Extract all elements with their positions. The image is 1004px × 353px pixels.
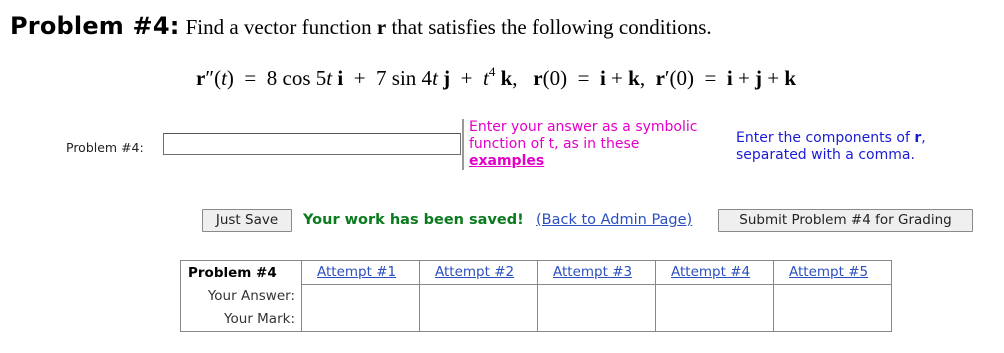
answer-cell [301, 284, 420, 308]
mark-cell [537, 307, 656, 332]
attempts-corner: Problem #4 [180, 260, 302, 284]
answer-label: Problem #4: [66, 140, 144, 155]
vector-r-symbol: r [376, 15, 387, 39]
problem-description: Find a vector function r that satisfies … [185, 15, 712, 39]
answer-cell [419, 284, 538, 308]
attempt-2-header: Attempt #2 [419, 260, 538, 285]
attempts-header-row: Problem #4 Attempt #1 Attempt #2 Attempt… [180, 260, 892, 285]
attempt-1-header: Attempt #1 [301, 260, 420, 285]
problem-number: Problem #4: [10, 12, 180, 40]
attempt-3-header: Attempt #3 [537, 260, 656, 285]
your-mark-label: Your Mark: [180, 307, 302, 332]
symbolic-hint-text: Enter your answer as a symbolic function… [469, 119, 698, 152]
your-answer-label: Your Answer: [180, 284, 302, 308]
mark-cell [773, 307, 892, 332]
examples-link[interactable]: examples [469, 153, 544, 169]
problem-heading: Problem #4: Find a vector function r that… [10, 12, 712, 40]
attempts-table: Problem #4 Attempt #1 Attempt #2 Attempt… [180, 260, 892, 332]
symbolic-hint: Enter your answer as a symbolic function… [462, 119, 724, 170]
answer-input[interactable] [163, 133, 461, 155]
problem-equation: r″(t) = 8 cos 5t i + 7 sin 4t j + t4 k, … [196, 64, 797, 90]
attempt-4-header: Attempt #4 [655, 260, 774, 285]
mark-cell [419, 307, 538, 332]
components-hint: Enter the components of r, separated wit… [736, 130, 926, 163]
your-answer-row: Your Answer: [180, 284, 892, 308]
answer-cell [773, 284, 892, 308]
mark-cell [301, 307, 420, 332]
answer-cell [655, 284, 774, 308]
answer-cell [537, 284, 656, 308]
attempt-5-header: Attempt #5 [773, 260, 892, 285]
your-mark-row: Your Mark: [180, 307, 892, 332]
submit-button[interactable]: Submit Problem #4 for Grading [718, 209, 973, 232]
admin-page-link[interactable]: (Back to Admin Page) [536, 212, 692, 228]
saved-message: Your work has been saved! [303, 212, 524, 228]
just-save-button[interactable]: Just Save [202, 209, 292, 232]
mark-cell [655, 307, 774, 332]
